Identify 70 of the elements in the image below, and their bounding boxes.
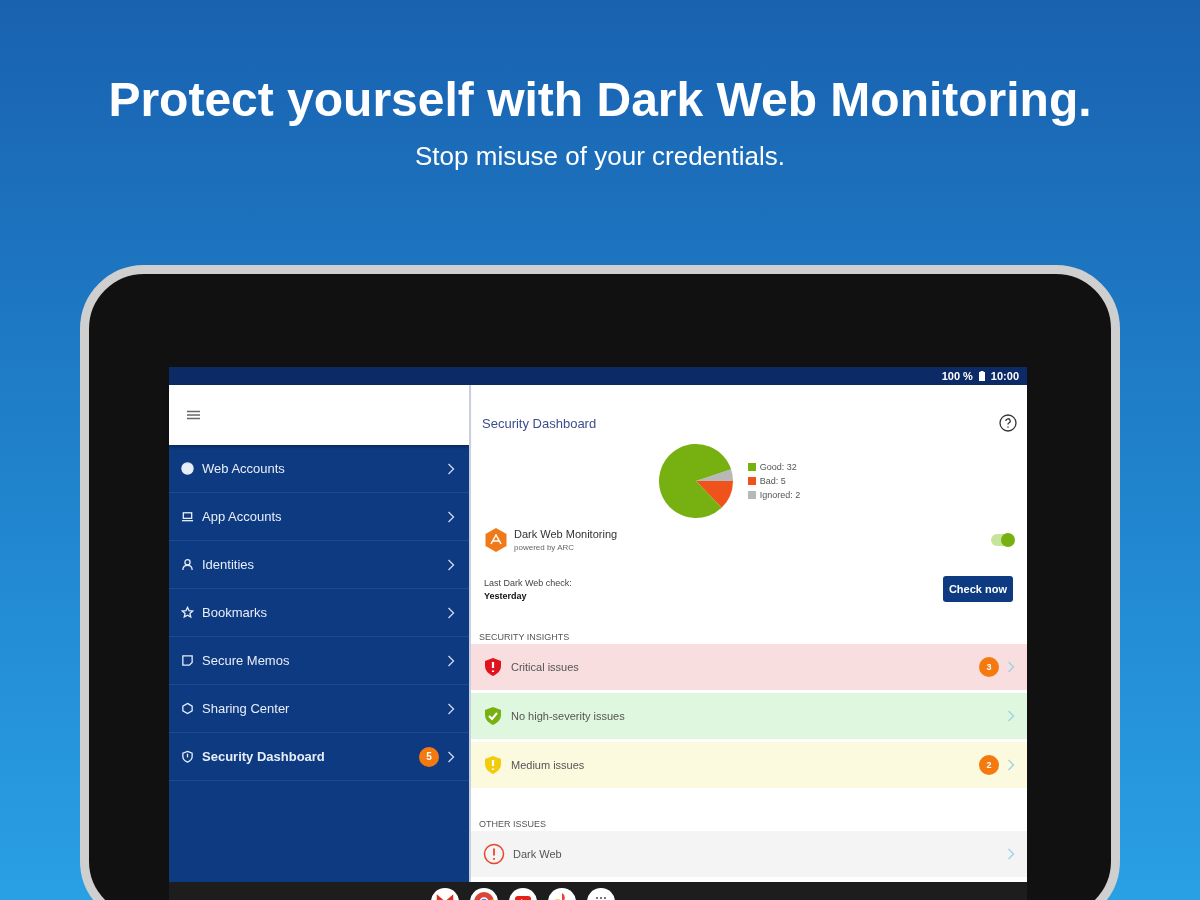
issue-row[interactable]: Dark Web [471,831,1027,878]
globe-icon [181,462,194,475]
laptop-icon [181,510,194,523]
headline: Protect yourself with Dark Web Monitoring. [108,72,1092,128]
feature-subtitle: powered by ARC [514,543,576,552]
battery-icon [978,371,985,381]
shield-check-icon [483,706,503,726]
sidebar-item[interactable]: App Accounts [169,493,469,541]
legend-swatch [747,491,756,499]
legend-label: Bad: 5 [759,476,786,486]
section-heading: SECURITY INSIGHTS [479,632,570,642]
count-badge: 2 [979,755,999,775]
help-icon[interactable] [999,414,1017,432]
alert-circle-icon [483,843,505,865]
chevron-icon [447,750,455,763]
issue-label: Dark Web [513,848,563,860]
clock: 10:00 [990,370,1019,382]
shield-alert-icon [483,755,503,775]
legend-label: Good: 32 [759,462,797,472]
legend-swatch [747,463,756,471]
chevron-icon [447,462,455,475]
star-icon [181,606,194,619]
feature-title: Dark Web Monitoring [514,528,619,540]
sidebar-item-label: Security Dashboard [202,749,326,764]
chevron-icon [447,558,455,571]
sidebar-item-label: App Accounts [202,509,283,524]
chevron-icon [1007,759,1015,771]
sidebar-item[interactable]: Secure Memos [169,637,469,685]
person-icon [181,558,194,571]
last-check-label: Last Dark Web check: [484,577,572,588]
sidebar-item[interactable]: Bookmarks [169,589,469,637]
chevron-icon [1007,848,1015,860]
chevron-icon [447,606,455,619]
sidebar-item-label: Secure Memos [202,653,291,668]
shield-alert-icon [483,657,503,677]
battery-level: 100 % [941,370,973,382]
issue-row[interactable]: No high-severity issues [471,693,1027,740]
hexagon-logo-icon [484,527,508,553]
share-icon [181,702,194,715]
legend-swatch [747,477,756,485]
sidebar-item[interactable]: Identities [169,541,469,589]
chevron-icon [447,510,455,523]
issue-row[interactable]: Critical issues 3 [471,644,1027,691]
menu-icon[interactable] [187,410,200,420]
chevron-icon [447,654,455,667]
sidebar-item[interactable]: Web Accounts [169,445,469,493]
note-icon [181,654,194,667]
sidebar-item-label: Sharing Center [202,701,291,716]
last-check-value: Yesterday [484,590,528,601]
chevron-icon [447,702,455,715]
issue-label: Medium issues [511,759,586,771]
toggle-switch[interactable] [991,534,1013,546]
issue-label: Critical issues [511,661,580,673]
sidebar-item[interactable]: Security Dashboard 5 [169,733,469,781]
chevron-icon [1007,710,1015,722]
issue-label: No high-severity issues [511,710,626,722]
check-now-button[interactable]: Check now [942,576,1013,602]
issue-row[interactable]: Medium issues 2 [471,742,1027,789]
sidebar-item[interactable]: Sharing Center [169,685,469,733]
sidebar-item-label: Web Accounts [202,461,286,476]
page-title: Security Dashboard [482,415,597,431]
count-badge: 5 [419,746,439,767]
subtitle: Stop misuse of your credentials. [415,140,785,172]
section-heading: OTHER ISSUES [479,819,546,829]
sidebar-item-label: Bookmarks [202,605,269,620]
legend-label: Ignored: 2 [759,490,801,500]
chevron-icon [1007,661,1015,673]
sidebar-item-label: Identities [202,557,256,572]
count-badge: 3 [979,657,999,677]
shield-icon [181,750,194,763]
